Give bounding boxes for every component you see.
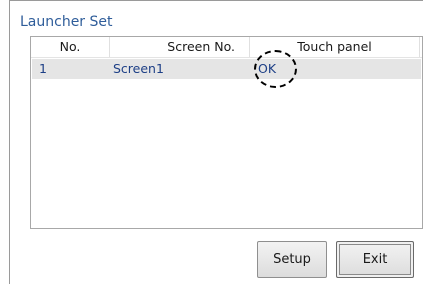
list-header: No. Screen No. Touch panel	[31, 37, 422, 58]
list-row[interactable]: 1 Screen1 OK	[32, 59, 421, 79]
column-header-touch-panel[interactable]: Touch panel	[250, 37, 420, 57]
row-touch-panel-cell: OK	[258, 61, 277, 76]
window-title: Launcher Set	[20, 14, 113, 30]
row-no-cell: 1	[39, 61, 47, 76]
setup-button[interactable]: Setup	[257, 241, 327, 278]
row-screen-no-cell: Screen1	[113, 61, 164, 76]
launcher-set-window: Launcher Set No. Screen No. Touch panel …	[9, 0, 423, 284]
launcher-list[interactable]: No. Screen No. Touch panel 1 Screen1 OK	[30, 36, 423, 229]
column-header-screen-no[interactable]: Screen No.	[110, 37, 250, 57]
column-header-no[interactable]: No.	[31, 37, 110, 57]
exit-button[interactable]: Exit	[336, 241, 414, 278]
